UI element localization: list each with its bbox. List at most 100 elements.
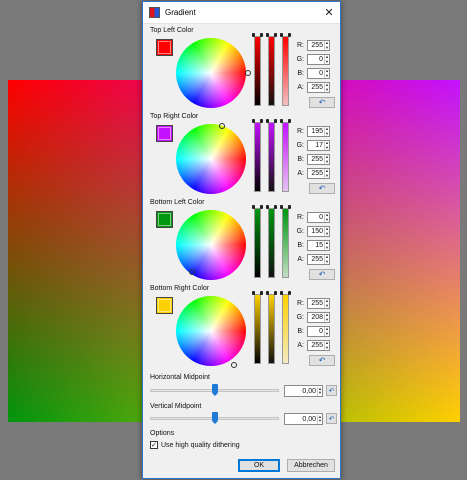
slider-handle[interactable]: [280, 33, 291, 39]
channel-spinner[interactable]: ▲ ▼: [324, 227, 329, 236]
channel-spinner[interactable]: ▲ ▼: [324, 241, 329, 250]
hue-mix-slider[interactable]: [280, 119, 291, 192]
channel-input[interactable]: 255 ▲ ▼: [307, 154, 330, 165]
cancel-button[interactable]: Abbrechen: [287, 459, 335, 472]
saturation-slider[interactable]: [252, 205, 263, 278]
horizontal-midpoint-spinner[interactable]: ▲ ▼: [317, 386, 322, 396]
spin-down-icon[interactable]: ▼: [325, 87, 329, 93]
spin-down-icon[interactable]: ▼: [325, 145, 329, 151]
spin-down-icon[interactable]: ▼: [325, 59, 329, 65]
saturation-slider[interactable]: [252, 119, 263, 192]
spin-down-icon[interactable]: ▼: [325, 173, 329, 179]
color-swatch[interactable]: [156, 125, 173, 142]
hue-mix-slider[interactable]: [280, 291, 291, 364]
value-slider[interactable]: [266, 33, 277, 106]
slider-handle[interactable]: [280, 291, 291, 297]
channel-input[interactable]: 255 ▲ ▼: [307, 168, 330, 179]
color-swatch[interactable]: [156, 39, 173, 56]
channel-input[interactable]: 208 ▲ ▼: [307, 312, 330, 323]
color-wheel[interactable]: [176, 210, 246, 280]
vertical-midpoint-slider-thumb[interactable]: [211, 412, 218, 424]
channel-spinner[interactable]: ▲ ▼: [324, 155, 329, 164]
channel-input[interactable]: 255 ▲ ▼: [307, 254, 330, 265]
close-button[interactable]: ✕: [318, 2, 340, 23]
spin-down-icon[interactable]: ▼: [325, 131, 329, 137]
dithering-checkbox[interactable]: ✓: [150, 441, 158, 449]
color-wheel-marker[interactable]: [231, 362, 237, 368]
channel-spinner[interactable]: ▲ ▼: [324, 169, 329, 178]
channel-input[interactable]: 255 ▲ ▼: [307, 40, 330, 51]
horizontal-midpoint-slider-thumb[interactable]: [211, 384, 218, 396]
color-wheel-marker[interactable]: [189, 269, 195, 275]
value-slider[interactable]: [266, 205, 277, 278]
vertical-midpoint-reset-button[interactable]: ↶: [326, 413, 337, 424]
spin-down-icon[interactable]: ▼: [325, 259, 329, 265]
hue-mix-slider[interactable]: [280, 205, 291, 278]
saturation-slider[interactable]: [252, 33, 263, 106]
slider-handle[interactable]: [266, 205, 277, 211]
spin-down-icon[interactable]: ▼: [325, 159, 329, 165]
channel-input[interactable]: 0 ▲ ▼: [307, 68, 330, 79]
spin-down-icon[interactable]: ▼: [325, 45, 329, 51]
channel-input[interactable]: 255 ▲ ▼: [307, 298, 330, 309]
color-wheel[interactable]: [176, 296, 246, 368]
channel-spinner[interactable]: ▲ ▼: [324, 41, 329, 50]
channel-input[interactable]: 15 ▲ ▼: [307, 240, 330, 251]
spin-down-icon[interactable]: ▼: [325, 73, 329, 79]
vertical-midpoint-input[interactable]: 0,00 ▲ ▼: [284, 413, 323, 425]
reset-color-button[interactable]: ↶: [309, 183, 335, 194]
channel-input[interactable]: 150 ▲ ▼: [307, 226, 330, 237]
saturation-slider[interactable]: [252, 291, 263, 364]
channel-spinner[interactable]: ▲ ▼: [324, 313, 329, 322]
channel-spinner[interactable]: ▲ ▼: [324, 55, 329, 64]
reset-color-button[interactable]: ↶: [309, 355, 335, 366]
color-wheel-marker[interactable]: [219, 123, 225, 129]
channel-spinner[interactable]: ▲ ▼: [324, 255, 329, 264]
channel-spinner[interactable]: ▲ ▼: [324, 213, 329, 222]
slider-handle[interactable]: [266, 119, 277, 125]
channel-spinner[interactable]: ▲ ▼: [324, 83, 329, 92]
color-swatch[interactable]: [156, 211, 173, 228]
color-wheel[interactable]: [176, 123, 246, 194]
spin-down-icon[interactable]: ▼: [318, 391, 322, 396]
channel-spinner[interactable]: ▲ ▼: [324, 341, 329, 350]
reset-color-button[interactable]: ↶: [309, 269, 335, 280]
channel-spinner[interactable]: ▲ ▼: [324, 299, 329, 308]
slider-handle[interactable]: [252, 291, 263, 297]
slider-handle[interactable]: [266, 33, 277, 39]
channel-spinner[interactable]: ▲ ▼: [324, 69, 329, 78]
spin-down-icon[interactable]: ▼: [325, 231, 329, 237]
channel-input[interactable]: 195 ▲ ▼: [307, 126, 330, 137]
spin-down-icon[interactable]: ▼: [318, 419, 322, 424]
color-wheel[interactable]: [176, 38, 251, 108]
hue-mix-slider[interactable]: [280, 33, 291, 106]
vertical-midpoint-spinner[interactable]: ▲ ▼: [317, 414, 322, 424]
channel-spinner[interactable]: ▲ ▼: [324, 327, 329, 336]
channel-input[interactable]: 17 ▲ ▼: [307, 140, 330, 151]
value-slider[interactable]: [266, 119, 277, 192]
channel-spinner[interactable]: ▲ ▼: [324, 127, 329, 136]
ok-button[interactable]: OK: [238, 459, 280, 472]
spin-down-icon[interactable]: ▼: [325, 331, 329, 337]
slider-handle[interactable]: [280, 205, 291, 211]
horizontal-midpoint-input[interactable]: 0,00 ▲ ▼: [284, 385, 323, 397]
channel-input[interactable]: 255 ▲ ▼: [307, 340, 330, 351]
spin-down-icon[interactable]: ▼: [325, 317, 329, 323]
channel-input[interactable]: 255 ▲ ▼: [307, 82, 330, 93]
dithering-option[interactable]: ✓ Use high quality dithering: [150, 441, 240, 449]
reset-color-button[interactable]: ↶: [309, 97, 335, 108]
slider-handle[interactable]: [280, 119, 291, 125]
spin-down-icon[interactable]: ▼: [325, 245, 329, 251]
channel-input[interactable]: 0 ▲ ▼: [307, 326, 330, 337]
dialog-titlebar[interactable]: Gradient ✕: [143, 2, 340, 24]
channel-input[interactable]: 0 ▲ ▼: [307, 212, 330, 223]
slider-handle[interactable]: [266, 291, 277, 297]
channel-input[interactable]: 0 ▲ ▼: [307, 54, 330, 65]
slider-handle[interactable]: [252, 33, 263, 39]
spin-down-icon[interactable]: ▼: [325, 345, 329, 351]
color-swatch[interactable]: [156, 297, 173, 314]
slider-handle[interactable]: [252, 119, 263, 125]
horizontal-midpoint-reset-button[interactable]: ↶: [326, 385, 337, 396]
channel-spinner[interactable]: ▲ ▼: [324, 141, 329, 150]
spin-down-icon[interactable]: ▼: [325, 217, 329, 223]
